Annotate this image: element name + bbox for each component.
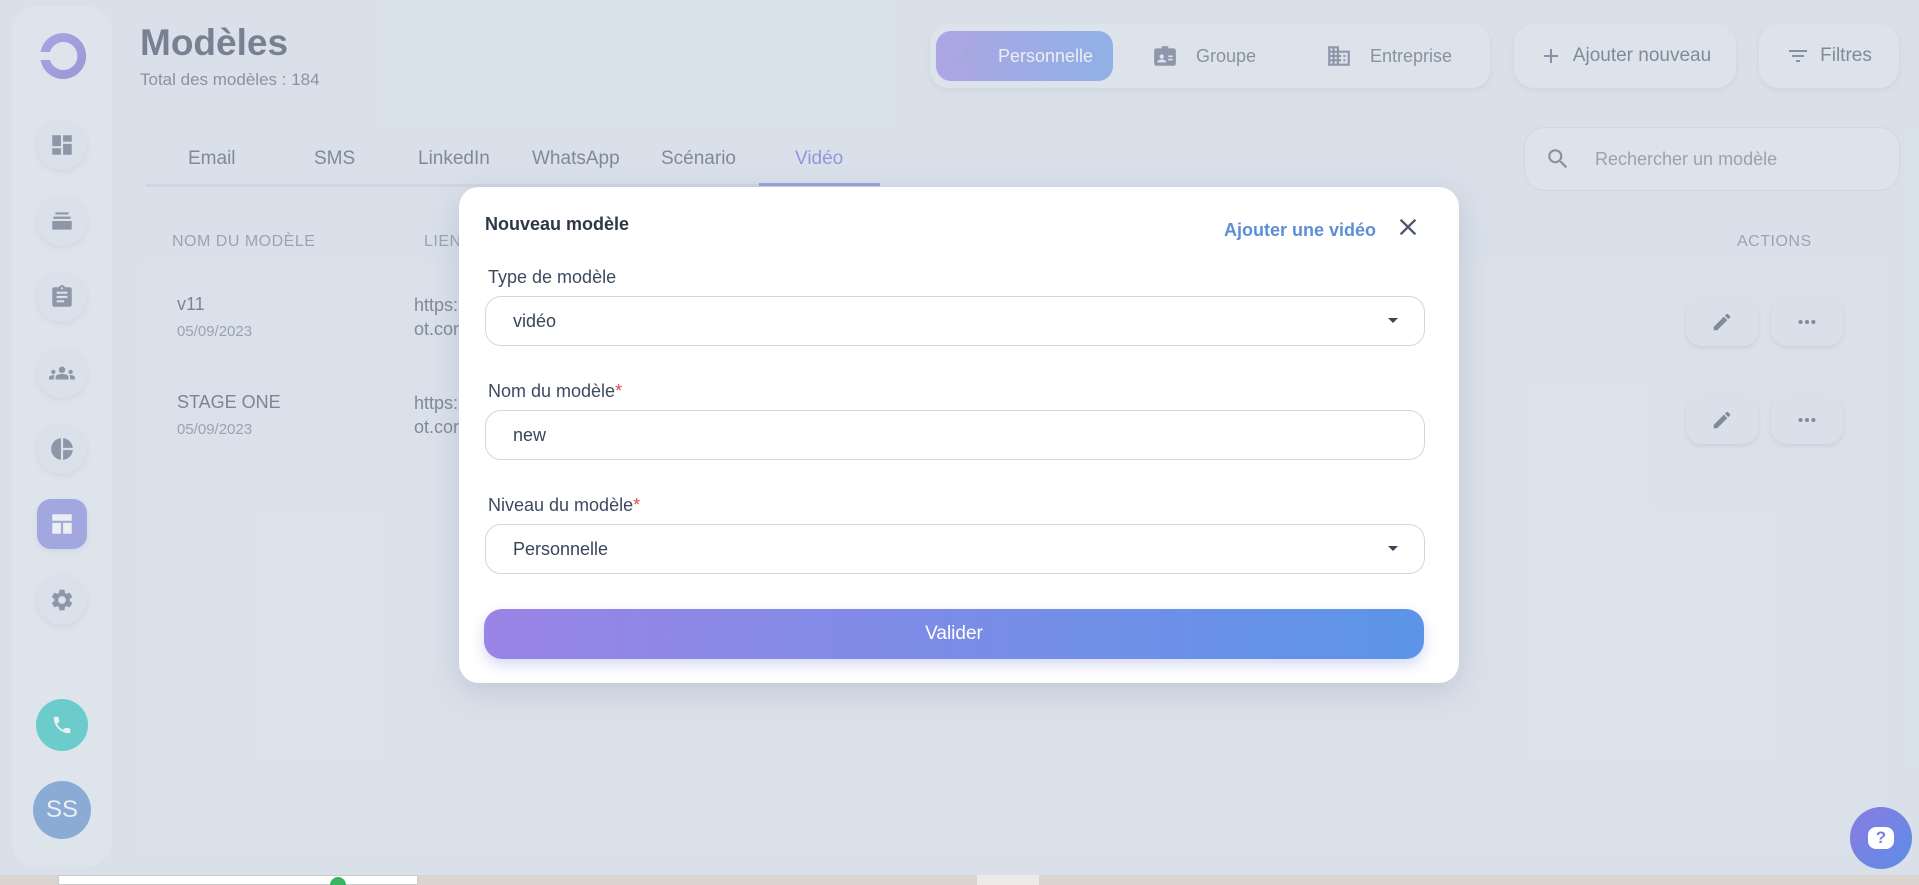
help-icon: ? [1868, 827, 1894, 849]
close-icon [1399, 218, 1417, 236]
dropdown-caret-icon [1388, 318, 1398, 323]
template-name-label: Nom du modèle* [488, 381, 623, 401]
taskbar-window[interactable] [58, 875, 418, 885]
required-mark: * [633, 495, 641, 515]
dialog-title: Nouveau modèle [485, 214, 630, 234]
required-mark: * [615, 381, 623, 401]
new-template-dialog: Nouveau modèle Ajouter une vidéo Type de… [459, 187, 1459, 683]
validate-button[interactable]: Valider [484, 609, 1424, 659]
taskbar-item[interactable] [977, 875, 1039, 885]
template-level-value: Personnelle [513, 538, 609, 559]
template-type-label: Type de modèle [488, 267, 617, 287]
help-chat-button[interactable]: ? [1850, 807, 1912, 869]
template-level-label: Niveau du modèle* [488, 495, 641, 515]
dropdown-caret-icon [1388, 546, 1398, 551]
template-name-input[interactable]: new [485, 410, 1425, 460]
add-video-link[interactable]: Ajouter une vidéo [1224, 220, 1376, 241]
template-type-select[interactable]: vidéo [485, 296, 1425, 346]
template-type-value: vidéo [513, 310, 557, 331]
close-button[interactable] [1394, 213, 1422, 241]
template-level-select[interactable]: Personnelle [485, 524, 1425, 574]
template-name-value: new [513, 424, 547, 445]
